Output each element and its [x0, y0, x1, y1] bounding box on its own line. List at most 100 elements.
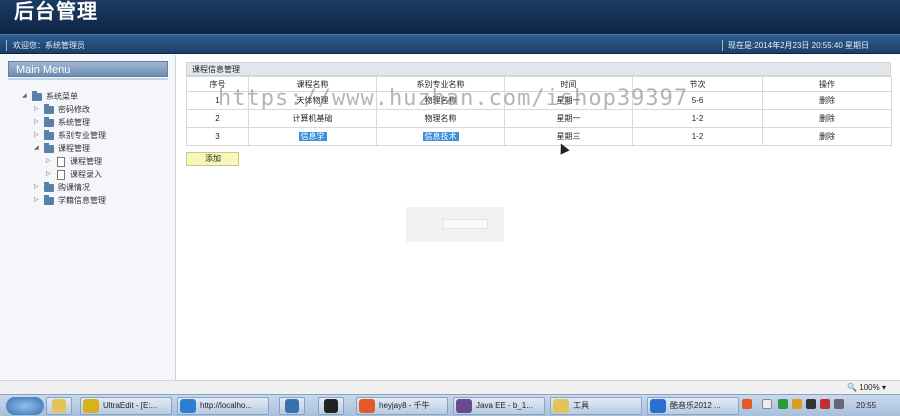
tree-item-label: 课程录入	[70, 170, 102, 179]
qianniu-icon	[359, 399, 375, 413]
row-no-cell: 3	[186, 127, 249, 146]
watermark: https://www.huzhan.com/ishop39397	[218, 86, 689, 111]
folder-icon	[44, 182, 54, 192]
taskbar-item-label: http://localho...	[200, 401, 253, 410]
input-method-icon[interactable]	[742, 399, 752, 409]
volume-icon[interactable]	[834, 399, 844, 409]
row-major-cell: 物理名称	[376, 109, 505, 128]
kuyinyue-icon	[650, 399, 666, 413]
qq-icon[interactable]	[318, 397, 344, 415]
zoom-value: 100%	[859, 383, 880, 392]
tree-item-label: 课程管理	[58, 144, 90, 153]
taskbar-item-label: UltraEdit - [E:...	[103, 401, 158, 410]
document-icon	[57, 170, 65, 180]
add-button[interactable]: 添加	[186, 152, 239, 166]
row-period: 1-2	[691, 132, 704, 141]
expand-arrow-icon[interactable]: ▷	[34, 181, 42, 194]
folder-icon	[32, 91, 42, 101]
row-period-cell: 1-2	[632, 109, 763, 128]
expand-arrow-icon[interactable]: ▷	[34, 194, 42, 207]
zoom-globe-icon: 🔍	[847, 383, 860, 392]
table-row: 3 信息学 信息技术 星期三 1-2 删除	[186, 127, 892, 146]
tree-item-label: 系统管理	[58, 118, 90, 127]
collapse-arrow-icon[interactable]: ◢	[22, 90, 30, 103]
ie-icon	[180, 399, 196, 413]
delete-link[interactable]: 删除	[819, 114, 835, 123]
tray-arrow-icon[interactable]	[762, 399, 772, 409]
taskbar-item-eclipse[interactable]: Java EE - b_1...	[453, 397, 545, 415]
taskbar-item-qianniu[interactable]: heyjay8 - 千牛	[356, 397, 448, 415]
panel-title: 课程信息管理	[186, 62, 891, 76]
sidebar: Main Menu ◢ 系统菜单 ▷ 密码修改 ▷ 系统管理 ▷ 系别专业管理 ◢ 课程管理 ▷ 课程…	[0, 55, 176, 380]
row-course: 信息学	[298, 132, 327, 141]
menu-divider	[8, 78, 168, 80]
start-button[interactable]	[6, 397, 44, 415]
expand-arrow-icon[interactable]: ▷	[34, 103, 42, 116]
row-time-cell: 星期一	[504, 109, 633, 128]
delete-link[interactable]: 删除	[819, 96, 835, 105]
folder-icon	[44, 130, 54, 140]
header-banner: 后台管理	[0, 0, 900, 34]
taskbar-item-kuyinyue[interactable]: 酷音乐2012 ...	[647, 397, 739, 415]
zoom-level[interactable]: 🔍 100% ▾	[847, 383, 886, 392]
expand-arrow-icon[interactable]: ▷	[34, 129, 42, 142]
row-major: 信息技术	[422, 132, 459, 141]
row-course: 计算机基础	[292, 114, 333, 123]
loading-overlay	[406, 207, 504, 242]
row-time: 星期一	[556, 114, 581, 123]
folder-icon	[553, 399, 569, 413]
tree-item-label: 购课情况	[58, 183, 90, 192]
row-period: 1-2	[691, 114, 704, 123]
row-period-cell: 1-2	[632, 127, 763, 146]
taskbar: UltraEdit - [E:... http://localho... hey…	[0, 394, 900, 416]
col-header-action: 操作	[762, 76, 892, 92]
antivirus-icon[interactable]	[820, 399, 830, 409]
collapse-arrow-icon[interactable]: ◢	[34, 142, 42, 155]
taskbar-item-label: 酷音乐2012 ...	[670, 401, 721, 410]
row-time: 星期三	[556, 132, 581, 141]
taskbar-item-label: Java EE - b_1...	[476, 401, 533, 410]
tree-item-label: 系统菜单	[46, 92, 78, 101]
row-major: 物理名称	[424, 114, 457, 123]
main-menu-heading: Main Menu	[8, 61, 168, 77]
row-course-cell: 计算机基础	[248, 109, 377, 128]
tree-item-label: 学籍信息管理	[58, 196, 106, 205]
browser-status-bar: 🔍 100% ▾	[0, 380, 900, 394]
app-window: 后台管理 欢迎您：系统管理员 现在是:2014年2月23日 20:55:40 星…	[0, 0, 900, 416]
taskbar-item-ultraedit[interactable]: UltraEdit - [E:...	[80, 397, 172, 415]
loading-overlay-inner	[443, 219, 488, 229]
taskbar-item-browser[interactable]: http://localho...	[177, 397, 269, 415]
qq-tray-icon[interactable]	[806, 399, 816, 409]
document-icon	[57, 157, 65, 167]
row-no: 3	[215, 132, 220, 141]
row-no: 2	[215, 114, 220, 123]
delete-link-cell: 删除	[762, 127, 892, 146]
welcome-text: 欢迎您：系统管理员	[6, 40, 85, 51]
table-row: 2 计算机基础 物理名称 星期一 1-2 删除	[186, 109, 892, 128]
expand-arrow-icon[interactable]: ▷	[46, 155, 54, 168]
row-period: 5-6	[691, 96, 704, 105]
folder-icon	[44, 117, 54, 127]
taskbar-item-label: 工具	[573, 401, 589, 410]
welcome-bar: 欢迎您：系统管理员 现在是:2014年2月23日 20:55:40 星期日	[0, 34, 900, 54]
ultraedit-icon	[83, 399, 99, 413]
delete-link-cell: 删除	[762, 91, 892, 110]
current-time: 现在是:2014年2月23日 20:55:40 星期日	[722, 40, 869, 51]
folder-icon	[44, 143, 54, 153]
expand-arrow-icon[interactable]: ▷	[34, 116, 42, 129]
row-major-cell: 信息技术	[376, 127, 505, 146]
tray-clock[interactable]: 20:55	[856, 401, 876, 410]
app-title: 后台管理	[14, 0, 98, 23]
delete-link[interactable]: 删除	[819, 132, 835, 141]
expand-arrow-icon[interactable]: ▷	[46, 168, 54, 181]
tree-item-label: 系别专业管理	[58, 131, 106, 140]
row-no-cell: 2	[186, 109, 249, 128]
shield-icon[interactable]	[778, 399, 788, 409]
network-icon[interactable]	[279, 397, 305, 415]
eclipse-icon	[456, 399, 472, 413]
folder-icon[interactable]	[46, 397, 72, 415]
row-course-cell: 信息学	[248, 127, 377, 146]
update-icon[interactable]	[792, 399, 802, 409]
taskbar-item-tools[interactable]: 工具	[550, 397, 642, 415]
delete-link-cell: 删除	[762, 109, 892, 128]
